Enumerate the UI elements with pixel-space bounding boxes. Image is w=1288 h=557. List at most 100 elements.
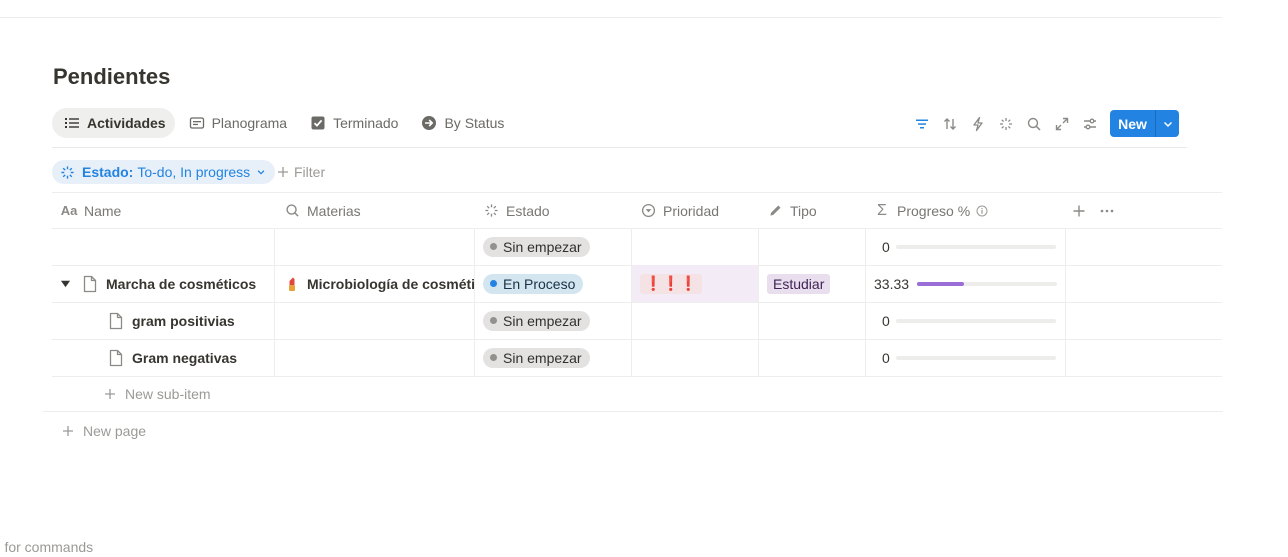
add-filter-label: Filter <box>294 164 326 180</box>
filter-icon[interactable] <box>908 110 936 138</box>
progress-value: 0 <box>882 238 890 255</box>
status-badge: Sin empezar <box>483 347 590 368</box>
tab-terminado[interactable]: Terminado <box>298 108 407 138</box>
estado-cell[interactable]: Sin empezar <box>483 302 590 339</box>
type-tag: Estudiar <box>767 273 831 294</box>
progress-bar <box>917 281 1057 286</box>
tabs-divider <box>52 147 1187 148</box>
new-button-label: New <box>1118 115 1147 132</box>
progress-cell: 0 <box>882 339 1057 376</box>
progress-cell: 0 <box>882 228 1057 265</box>
plus-icon <box>62 425 74 437</box>
automation-icon[interactable] <box>964 110 992 138</box>
add-filter-button[interactable]: Filter <box>277 162 325 182</box>
column-label: Progreso % <box>897 202 971 219</box>
new-sub-item-label: New sub-item <box>125 386 211 402</box>
column-header-tipo[interactable]: Tipo <box>766 193 817 228</box>
progress-value: 0 <box>882 349 890 366</box>
table-row[interactable]: Sin empezar 0 <box>52 228 1222 266</box>
view-toolbar <box>908 110 1104 138</box>
chevron-down-icon[interactable] <box>1156 118 1179 130</box>
relation-title: Microbiología de cosmético <box>307 275 474 292</box>
filter-property: Estado: <box>82 164 134 180</box>
view-tabs: Actividades Planograma Terminado By Stat… <box>52 108 515 138</box>
tab-label: Terminado <box>333 115 399 131</box>
column-header-materias[interactable]: Materias <box>283 193 361 228</box>
plus-icon <box>277 166 289 178</box>
settings-icon[interactable] <box>1076 110 1104 138</box>
list-icon <box>63 114 81 132</box>
select-icon <box>639 203 657 218</box>
status-label: Sin empezar <box>503 349 582 366</box>
column-label: Prioridad <box>663 202 720 219</box>
table-row[interactable]: Gram negativas Sin empezar 0 <box>52 339 1222 377</box>
arrow-circle-icon <box>420 114 438 132</box>
top-divider <box>0 17 1222 18</box>
progress-cell: 0 <box>882 302 1057 339</box>
search-icon[interactable] <box>1020 110 1048 138</box>
name-cell[interactable]: Gram negativas <box>108 339 237 376</box>
column-header-prioridad[interactable]: Prioridad <box>639 193 719 228</box>
tab-label: Actividades <box>87 115 166 131</box>
column-label: Estado <box>506 202 550 219</box>
chevron-down-icon <box>256 167 266 177</box>
page-icon <box>108 349 124 367</box>
page-icon <box>82 275 98 293</box>
status-badge: Sin empezar <box>483 310 590 331</box>
command-hint: /' for commands <box>0 539 94 555</box>
table-row[interactable]: Marcha de cosméticos Microbiología de co… <box>52 265 1222 303</box>
tab-actividades[interactable]: Actividades <box>52 108 175 138</box>
status-badge: Sin empezar <box>483 236 590 257</box>
progress-value: 33.33 <box>874 275 910 292</box>
checkbox-icon <box>309 114 327 132</box>
sigma-icon: Σ <box>877 201 887 219</box>
row-title: gram positivias <box>132 312 235 329</box>
tab-label: By Status <box>444 115 505 131</box>
prioridad-cell[interactable]: ❗❗❗ <box>632 265 758 302</box>
progress-bar <box>895 355 1056 360</box>
priority-tag: ❗❗❗ <box>640 273 702 294</box>
expand-icon[interactable] <box>1048 110 1076 138</box>
name-cell[interactable]: gram positivias <box>108 302 235 339</box>
table-row[interactable]: gram positivias Sin empezar 0 <box>52 302 1222 340</box>
row-title: Gram negativas <box>132 349 238 366</box>
column-header-name[interactable]: Aa Name <box>60 193 122 228</box>
ai-sparkle-icon[interactable] <box>992 110 1020 138</box>
filter-chip-estado[interactable]: Estado: To-do, In progress <box>52 160 276 184</box>
tab-planograma[interactable]: Planograma <box>177 108 297 138</box>
estado-cell[interactable]: Sin empezar <box>483 228 590 265</box>
estado-cell[interactable]: Sin empezar <box>483 339 590 376</box>
materias-cell[interactable]: Microbiología de cosmético <box>285 265 474 302</box>
name-cell[interactable]: Marcha de cosméticos <box>58 265 256 302</box>
tab-label: Planograma <box>211 115 288 131</box>
estado-cell[interactable]: En Proceso <box>483 265 584 302</box>
add-column-button[interactable] <box>1072 193 1086 228</box>
tipo-cell[interactable]: Estudiar <box>767 265 831 302</box>
tab-by-status[interactable]: By Status <box>409 108 513 138</box>
text-aa-icon: Aa <box>60 203 78 218</box>
status-label: En Proceso <box>503 275 576 292</box>
status-label: Sin empezar <box>503 312 582 329</box>
column-header-estado[interactable]: Estado <box>482 193 550 228</box>
table-bottom-divider <box>43 411 1223 412</box>
more-options-button[interactable] <box>1099 193 1115 228</box>
plus-icon <box>104 388 116 400</box>
ellipsis-icon <box>1099 203 1115 219</box>
column-label: Materias <box>307 202 361 219</box>
sort-icon[interactable] <box>936 110 964 138</box>
column-header-progreso[interactable]: Σ Progreso % <box>873 193 988 228</box>
toggle-triangle-icon[interactable] <box>58 278 72 289</box>
new-sub-item-button[interactable]: New sub-item <box>104 384 211 404</box>
new-page-label: New page <box>83 423 147 439</box>
progress-bar <box>895 318 1056 323</box>
progress-value: 0 <box>882 312 890 329</box>
page-title: Pendientes <box>53 64 171 89</box>
new-page-button[interactable]: New page <box>62 421 146 441</box>
board-icon <box>188 114 206 132</box>
progress-bar <box>895 244 1056 249</box>
filter-value: To-do, In progress <box>137 164 251 180</box>
status-label: Sin empezar <box>503 238 582 255</box>
new-button[interactable]: New <box>1110 110 1179 137</box>
column-label: Name <box>84 202 122 219</box>
info-icon <box>976 205 988 217</box>
